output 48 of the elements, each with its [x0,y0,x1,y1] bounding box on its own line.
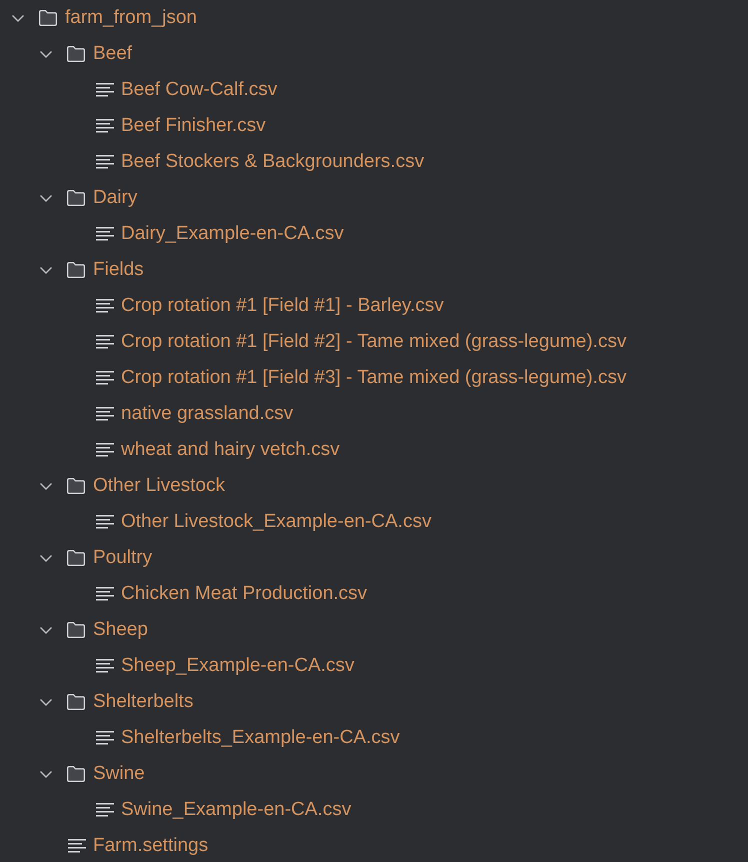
file-name[interactable]: Sheep_Example-en-CA.csv [121,654,354,678]
folder-name[interactable]: farm_from_json [65,6,197,30]
text-file-icon [94,441,114,459]
file-name[interactable]: Crop rotation #1 [Field #2] - Tame mixed (grass-legume).csv [121,330,626,354]
folder-name[interactable]: Shelterbelts [93,690,194,714]
file-name[interactable]: Crop rotation #1 [Field #1] - Barley.csv [121,294,444,318]
text-file-icon [94,405,114,423]
text-file-icon [94,153,114,171]
text-file-icon [94,225,114,243]
file-name[interactable]: Chicken Meat Production.csv [121,582,368,606]
file-name[interactable]: native grassland.csv [121,402,294,426]
file-name[interactable]: Beef Stockers & Backgrounders.csv [121,150,424,174]
file-name[interactable]: Beef Cow-Calf.csv [121,78,278,102]
folder-name[interactable]: Fields [93,258,144,282]
folder-icon [66,549,86,567]
text-file-icon [94,801,114,819]
file-name[interactable]: Crop rotation #1 [Field #3] - Tame mixed (grass-legume).csv [121,366,626,390]
folder-icon [66,189,86,207]
text-file-icon [94,117,114,135]
folder-name[interactable]: Poultry [93,546,152,570]
folder-icon [66,45,86,63]
text-file-icon [94,81,114,99]
folder-icon [66,477,86,495]
file-name[interactable]: Swine_Example-en-CA.csv [121,798,352,822]
folder-name[interactable]: Beef [93,42,132,66]
text-file-icon [94,369,114,387]
text-file-icon [94,333,114,351]
file-name[interactable]: Dairy_Example-en-CA.csv [121,222,344,246]
folder-name[interactable]: Dairy [93,186,138,210]
folder-name[interactable]: Sheep [93,618,148,642]
text-file-icon [66,837,86,855]
text-file-icon [94,657,114,675]
text-file-icon [94,729,114,747]
folder-icon [66,261,86,279]
file-name[interactable]: Other Livestock_Example-en-CA.csv [121,510,432,534]
folder-icon [66,765,86,783]
folder-name[interactable]: Swine [93,762,145,786]
folder-icon [66,621,86,639]
file-name[interactable]: Shelterbelts_Example-en-CA.csv [121,726,400,750]
file-name[interactable]: Farm.settings [93,834,208,858]
file-name[interactable]: Beef Finisher.csv [121,114,266,138]
text-file-icon [94,585,114,603]
file-name[interactable]: wheat and hairy vetch.csv [121,438,340,462]
folder-icon [38,9,58,27]
folder-icon [66,693,86,711]
folder-name[interactable]: Other Livestock [93,474,225,498]
text-file-icon [94,297,114,315]
text-file-icon [94,513,114,531]
